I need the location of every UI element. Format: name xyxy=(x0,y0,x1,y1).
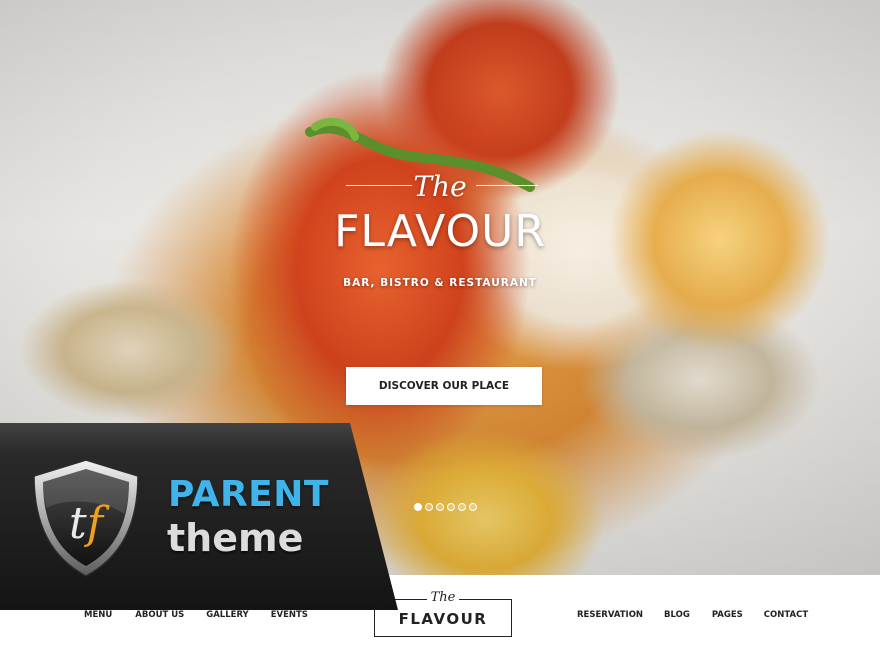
slider-dot[interactable] xyxy=(436,503,444,511)
slider-dot[interactable] xyxy=(469,503,477,511)
badge-letter-t: t xyxy=(69,498,87,549)
nav-logo-the: The xyxy=(426,590,460,605)
slider-dot[interactable] xyxy=(414,503,422,511)
nav-left-menu: MENU ABOUT US GALLERY EVENTS xyxy=(84,610,308,620)
hero-logo-the: The xyxy=(413,170,467,203)
nav-item-blog[interactable]: BLOG xyxy=(664,610,690,620)
hero-logo-title: FLAVOUR xyxy=(334,206,546,257)
nav-item-gallery[interactable]: GALLERY xyxy=(206,610,248,620)
nav-item-reservation[interactable]: RESERVATION xyxy=(577,610,643,620)
slider-dot[interactable] xyxy=(458,503,466,511)
shield-badge-icon: tf xyxy=(33,459,139,577)
nav-item-about-us[interactable]: ABOUT US xyxy=(135,610,184,620)
hero-logo-subtitle: BAR, BISTRO & RESTAURANT xyxy=(343,277,537,289)
discover-button[interactable]: DISCOVER OUR PLACE xyxy=(346,367,542,405)
nav-item-pages[interactable]: PAGES xyxy=(712,610,743,620)
theme-label: theme xyxy=(167,516,304,560)
nav-right-menu: RESERVATION BLOG PAGES CONTACT xyxy=(577,610,808,620)
banner-shine xyxy=(0,423,357,453)
nav-item-contact[interactable]: CONTACT xyxy=(764,610,808,620)
nav-item-menu[interactable]: MENU xyxy=(84,610,112,620)
slider-pagination xyxy=(414,503,477,511)
slider-dot[interactable] xyxy=(447,503,455,511)
nav-item-events[interactable]: EVENTS xyxy=(271,610,308,620)
parent-label: PARENT xyxy=(168,474,329,515)
slider-dot[interactable] xyxy=(425,503,433,511)
nav-logo-title: FLAVOUR xyxy=(398,610,488,628)
